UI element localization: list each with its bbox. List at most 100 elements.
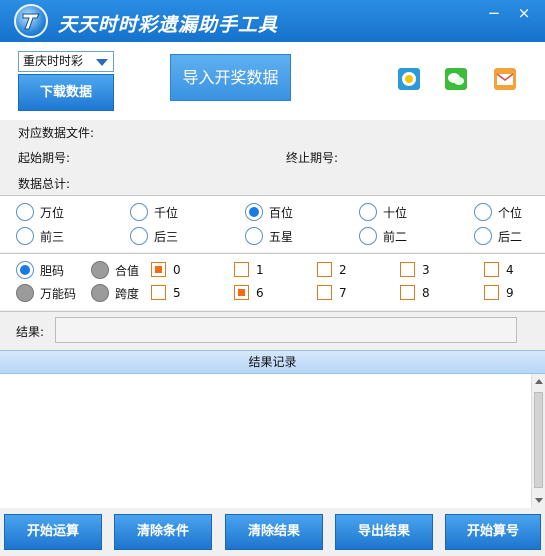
result-label: 结果: (16, 325, 45, 339)
start-numbers-button[interactable]: 开始算号 (445, 514, 541, 550)
radio-circle (130, 227, 148, 245)
radio-circle (130, 203, 148, 221)
digit-checkbox-8[interactable]: 8 (400, 285, 430, 300)
radio-ge[interactable]: 个位 (474, 203, 522, 221)
lottery-select-value: 重庆时时彩 (23, 54, 84, 68)
checkbox-box (151, 285, 166, 300)
window-title: 天天时时彩遗漏助手工具 (58, 14, 279, 36)
clear-results-button[interactable]: 清除结果 (225, 514, 323, 550)
checkbox-label: 7 (339, 285, 347, 300)
radio-label: 前二 (383, 229, 408, 244)
radio-label: 合值 (115, 263, 140, 278)
radio-qian[interactable]: 千位 (130, 203, 178, 221)
title-bar: 天天时时彩遗漏助手工具 − × (0, 0, 545, 42)
digit-checkbox-6[interactable]: 6 (234, 285, 264, 300)
radio-qianer[interactable]: 前二 (359, 227, 407, 245)
records-scrollbar[interactable] (531, 374, 545, 508)
digit-checkbox-3[interactable]: 3 (400, 262, 430, 277)
checkbox-label: 6 (256, 285, 264, 300)
checkbox-label: 5 (173, 285, 181, 300)
top-panel: 重庆时时彩 下载数据 导入开奖数据 (0, 42, 545, 120)
records-list[interactable] (0, 374, 531, 508)
checkbox-box (317, 262, 332, 277)
qq-space-icon[interactable] (398, 68, 420, 90)
radio-houer[interactable]: 后二 (474, 227, 522, 245)
data-file-label: 对应数据文件: (18, 126, 95, 140)
radio-circle-selected (16, 261, 34, 279)
radio-circle (16, 203, 34, 221)
download-data-button[interactable]: 下载数据 (18, 74, 114, 111)
radio-label: 五星 (269, 229, 294, 244)
radio-bai[interactable]: 百位 (245, 203, 293, 221)
checkbox-label: 1 (256, 262, 264, 277)
checkbox-label: 9 (506, 285, 514, 300)
radio-wuxing[interactable]: 五星 (245, 227, 293, 245)
action-bar: 开始运算 清除条件 清除结果 导出结果 开始算号 (0, 508, 545, 556)
mail-icon[interactable] (494, 68, 516, 90)
radio-qiansan[interactable]: 前三 (16, 227, 64, 245)
radio-circle (359, 203, 377, 221)
radio-hezhi[interactable]: 合值 (91, 261, 139, 279)
start-calc-button[interactable]: 开始运算 (4, 514, 102, 550)
checkbox-box-checked (151, 262, 166, 277)
radio-housan[interactable]: 后三 (130, 227, 178, 245)
total-label: 数据总计: (18, 177, 71, 191)
radio-wan[interactable]: 万位 (16, 203, 64, 221)
chevron-down-icon (96, 59, 108, 66)
radio-circle (245, 227, 263, 245)
radio-label: 万位 (40, 205, 65, 220)
result-panel: 结果: (0, 312, 545, 348)
radio-label: 百位 (269, 205, 294, 220)
radio-label: 前三 (40, 229, 65, 244)
checkbox-label: 4 (506, 262, 514, 277)
radio-shi[interactable]: 十位 (359, 203, 407, 221)
digit-checkbox-9[interactable]: 9 (484, 285, 514, 300)
result-field[interactable] (55, 317, 517, 343)
radio-wannengma[interactable]: 万能码 (16, 284, 76, 302)
records-header: 结果记录 (0, 350, 545, 374)
checkbox-label: 8 (422, 285, 430, 300)
checkbox-label: 2 (339, 262, 347, 277)
digit-checkbox-7[interactable]: 7 (317, 285, 347, 300)
checkbox-box (400, 285, 415, 300)
radio-circle (359, 227, 377, 245)
checkbox-label: 3 (422, 262, 430, 277)
radio-label: 跨度 (115, 286, 140, 301)
clear-conditions-button[interactable]: 清除条件 (114, 514, 212, 550)
lottery-select[interactable]: 重庆时时彩 (18, 51, 114, 72)
digit-checkbox-0[interactable]: 0 (151, 262, 181, 277)
radio-circle-disabled (91, 284, 109, 302)
checkbox-box (234, 262, 249, 277)
close-button[interactable]: × (512, 4, 536, 22)
checkbox-label: 0 (173, 262, 181, 277)
export-results-button[interactable]: 导出结果 (335, 514, 433, 550)
checkbox-box (484, 285, 499, 300)
radio-kuadu[interactable]: 跨度 (91, 284, 139, 302)
scroll-thumb[interactable] (534, 392, 543, 488)
digit-checkbox-1[interactable]: 1 (234, 262, 264, 277)
wechat-icon[interactable] (445, 68, 467, 90)
radio-circle-disabled (91, 261, 109, 279)
digit-checkbox-4[interactable]: 4 (484, 262, 514, 277)
mode-and-digit-options: 胆码 合值 万能码 跨度 0 1 2 3 4 5 6 7 8 9 (0, 254, 545, 310)
checkbox-box-checked (234, 285, 249, 300)
radio-label: 十位 (383, 205, 408, 220)
scroll-down-icon[interactable] (535, 498, 543, 503)
checkbox-box (400, 262, 415, 277)
radio-label: 后三 (154, 229, 179, 244)
digit-checkbox-2[interactable]: 2 (317, 262, 347, 277)
app-logo-icon (14, 4, 48, 38)
scroll-up-icon[interactable] (535, 379, 543, 384)
end-period-label: 终止期号: (286, 151, 339, 165)
radio-danma[interactable]: 胆码 (16, 261, 64, 279)
start-period-label: 起始期号: (18, 151, 71, 165)
radio-label: 万能码 (40, 286, 77, 301)
position-options: 万位 千位 百位 十位 个位 前三 后三 五星 前二 后二 (0, 196, 545, 252)
import-draw-data-button[interactable]: 导入开奖数据 (170, 54, 291, 101)
radio-label: 个位 (498, 205, 523, 220)
radio-circle (474, 227, 492, 245)
radio-circle-selected (245, 203, 263, 221)
checkbox-box (317, 285, 332, 300)
digit-checkbox-5[interactable]: 5 (151, 285, 181, 300)
minimize-button[interactable]: − (482, 4, 506, 22)
